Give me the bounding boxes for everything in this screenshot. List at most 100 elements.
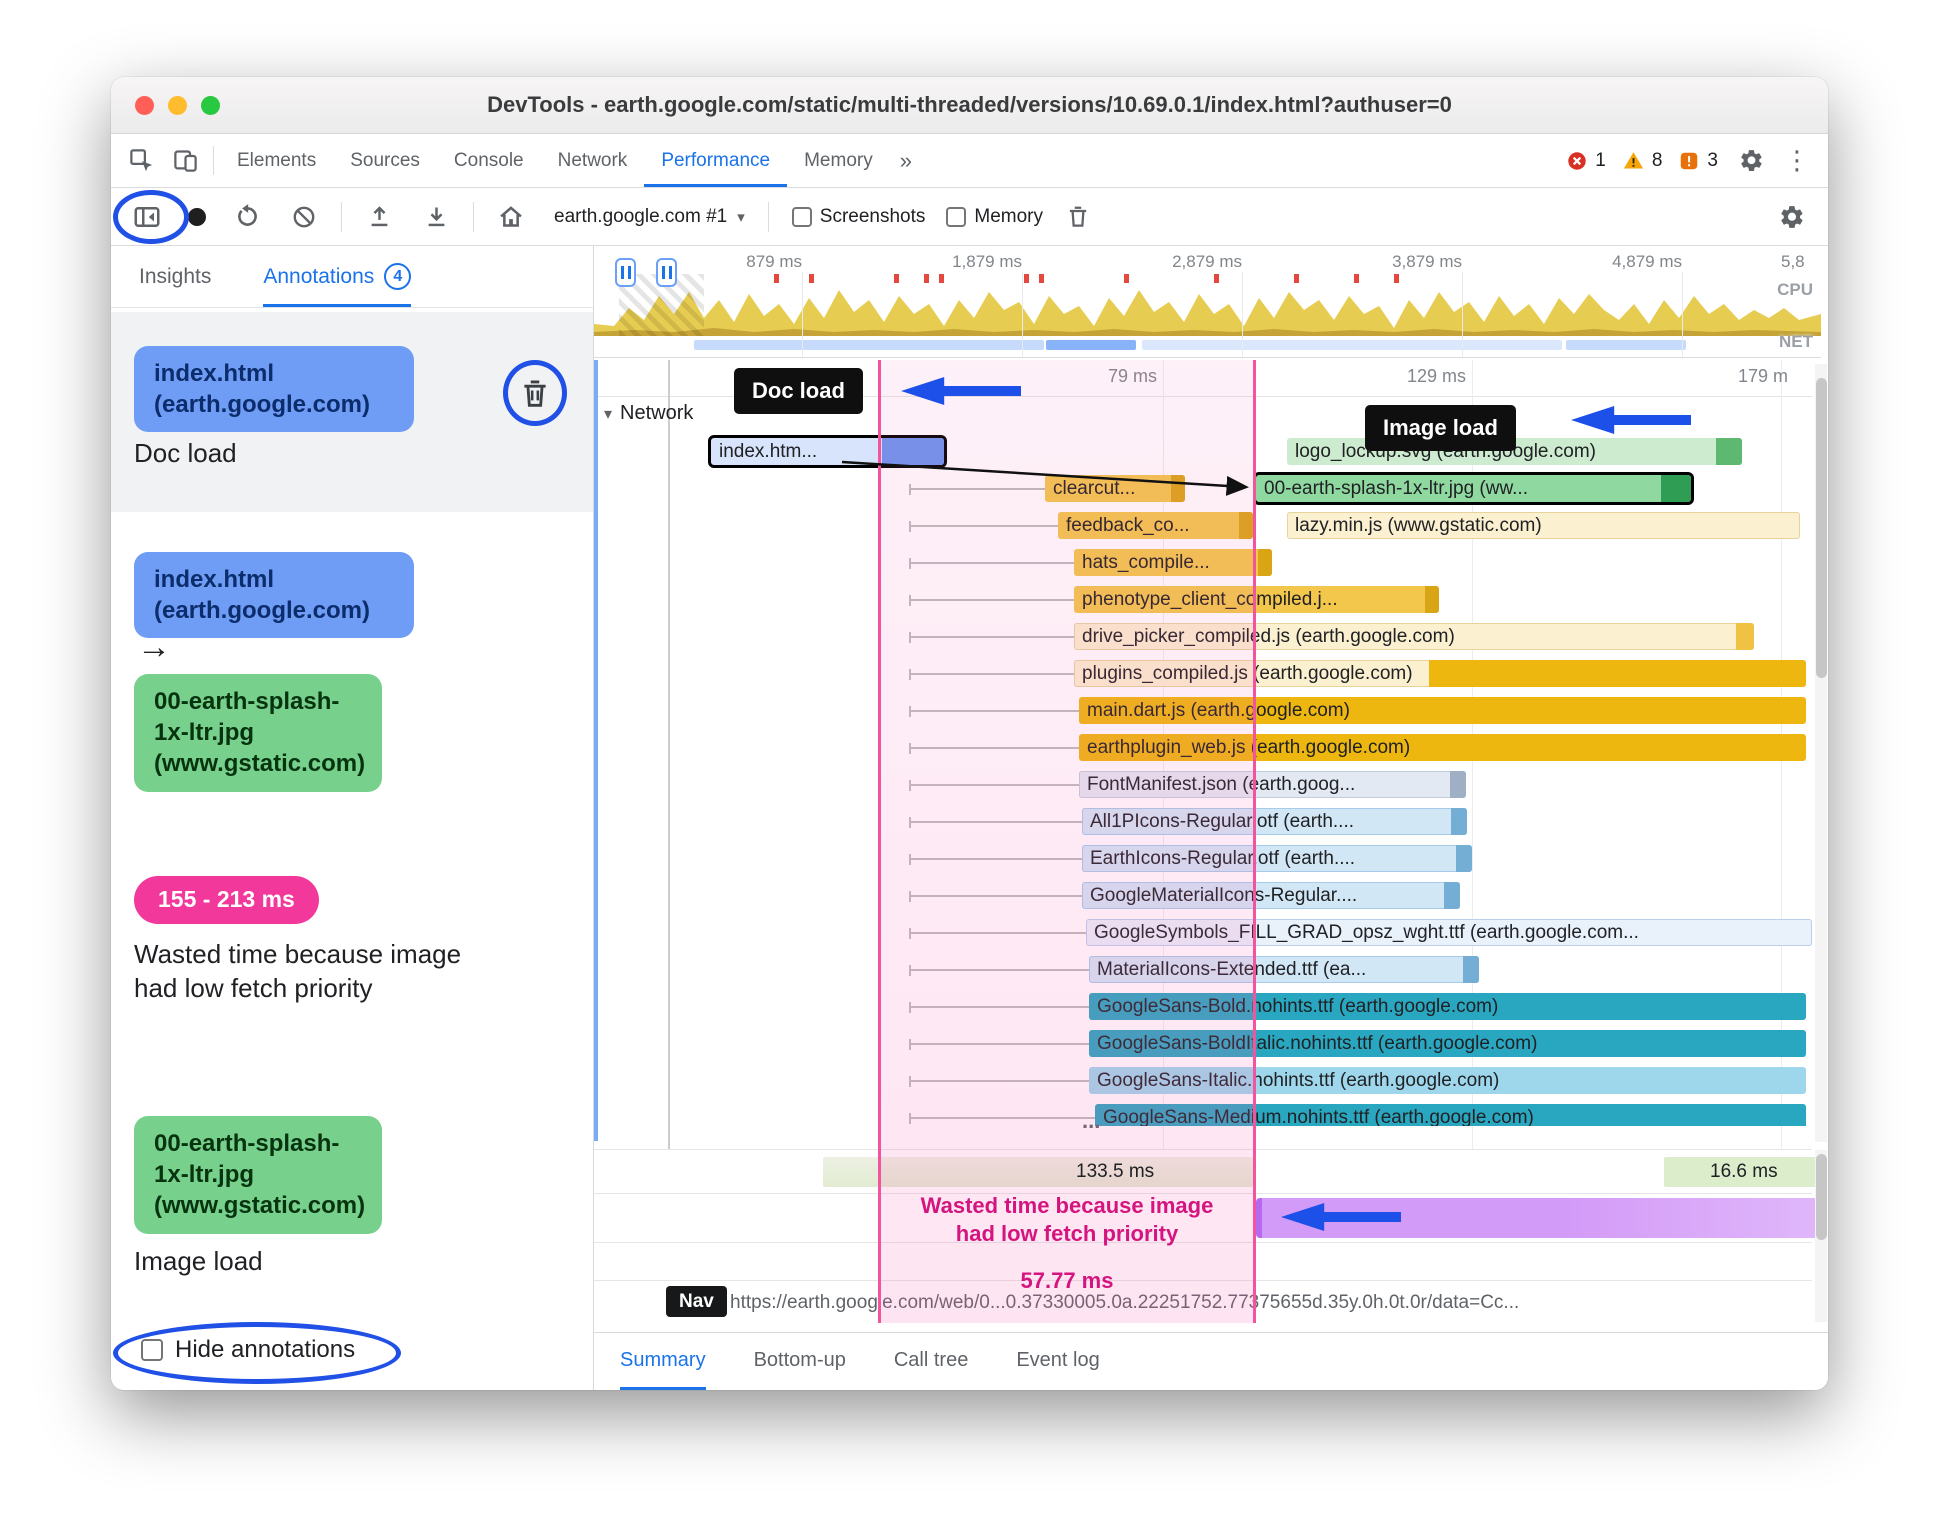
capture-settings-button[interactable]: [1770, 204, 1814, 230]
request-download-cap: [1736, 623, 1754, 650]
network-request-bar[interactable]: drive_picker_compiled.js (earth.google.c…: [1074, 623, 1754, 650]
device-toolbar-button[interactable]: [163, 134, 207, 187]
tab-console[interactable]: Console: [437, 134, 541, 187]
devtools-status-cluster: 1 8 3 ⋮: [1566, 134, 1828, 187]
network-request-bar[interactable]: GoogleSans-Medium.nohints.ttf (earth.goo…: [1095, 1104, 1806, 1126]
annotation-entry-chip[interactable]: 00-earth-splash-1x-ltr.jpg (www.gstatic.…: [134, 1116, 382, 1234]
tab-sources[interactable]: Sources: [333, 134, 437, 187]
tab-network[interactable]: Network: [541, 134, 645, 187]
tab-elements[interactable]: Elements: [220, 134, 333, 187]
toggle-sidebar-button[interactable]: [125, 202, 169, 232]
tab-memory[interactable]: Memory: [787, 134, 890, 187]
request-queue-whisker: [909, 1076, 1089, 1087]
network-request-bar[interactable]: earthplugin_web.js (earth.google.com): [1079, 734, 1806, 761]
network-request-bar[interactable]: hats_compile...: [1074, 549, 1272, 576]
home-button[interactable]: [489, 203, 533, 231]
doc-load-annotation-label[interactable]: Doc load: [734, 368, 863, 414]
annotation-range-chip[interactable]: 155 - 213 ms: [134, 876, 319, 924]
network-request-bar[interactable]: index.htm...: [708, 435, 947, 468]
details-tab-strip: Summary Bottom-up Call tree Event log: [594, 1332, 1828, 1390]
clear-recording-button[interactable]: [282, 204, 326, 230]
tracks-scrollbar-thumb[interactable]: [1816, 1154, 1827, 1240]
network-request-bar[interactable]: GoogleMaterialIcons-Regular....: [1082, 882, 1460, 909]
annotation-entry-chip[interactable]: 00-earth-splash-1x-ltr.jpg (www.gstatic.…: [134, 674, 382, 792]
network-request-bar[interactable]: plugins_compiled.js (earth.google.com): [1074, 660, 1806, 687]
divider: [473, 201, 474, 232]
save-profile-button[interactable]: [414, 203, 458, 230]
request-download-cap: [1463, 956, 1479, 983]
collapse-triangle-icon[interactable]: ▾: [604, 404, 612, 424]
issue-count[interactable]: 3: [1678, 150, 1718, 172]
frames-track[interactable]: [594, 1149, 1821, 1193]
hide-annotations-checkbox[interactable]: [141, 1339, 163, 1361]
screenshots-checkbox-group[interactable]: Screenshots: [791, 206, 925, 228]
hide-annotations-row[interactable]: Hide annotations: [141, 1336, 355, 1364]
request-queue-whisker: [909, 669, 1074, 680]
request-queue-whisker: [909, 743, 1079, 754]
warning-count[interactable]: 8: [1622, 149, 1663, 172]
network-request-bar[interactable]: All1PIcons-Regular.otf (earth....: [1082, 808, 1467, 835]
annotation-label[interactable]: Wasted time because image had low fetch …: [134, 938, 474, 1006]
network-track-label: Network: [620, 402, 694, 424]
hide-annotations-label: Hide annotations: [175, 1336, 356, 1363]
error-count[interactable]: 1: [1566, 150, 1606, 172]
waterfall-overflow-ellipsis[interactable]: ...: [1082, 1108, 1100, 1134]
annotation-entry-chip[interactable]: index.html (earth.google.com): [134, 552, 414, 639]
network-track-header[interactable]: ▾ Network: [604, 402, 693, 425]
tab-insights[interactable]: Insights: [139, 246, 211, 307]
request-label: GoogleSymbols_FILL_GRAD_opsz_wght.ttf (e…: [1094, 922, 1639, 943]
network-request-bar[interactable]: EarthIcons-Regular.otf (earth....: [1082, 845, 1472, 872]
memory-checkbox[interactable]: [946, 206, 967, 227]
details-tab-summary[interactable]: Summary: [620, 1333, 706, 1390]
load-profile-button[interactable]: [357, 203, 401, 230]
devtools-settings-button[interactable]: [1734, 148, 1768, 173]
network-request-bar[interactable]: lazy.min.js (www.gstatic.com): [1287, 512, 1800, 539]
delete-annotation-button[interactable]: [516, 374, 554, 414]
collect-garbage-button[interactable]: [1056, 204, 1100, 230]
annotation-label[interactable]: Image load: [134, 1246, 263, 1277]
network-scrollbar-thumb[interactable]: [1816, 378, 1827, 678]
download-icon: [428, 207, 444, 227]
details-tab-bottom-up[interactable]: Bottom-up: [754, 1333, 846, 1390]
devtools-menu-button[interactable]: ⋮: [1784, 145, 1810, 176]
network-request-bar[interactable]: GoogleSymbols_FILL_GRAD_opsz_wght.ttf (e…: [1086, 919, 1812, 946]
details-tab-event-log[interactable]: Event log: [1016, 1333, 1099, 1390]
inspect-element-button[interactable]: [119, 134, 163, 187]
request-label: FontManifest.json (earth.goog...: [1087, 774, 1356, 795]
request-label: hats_compile...: [1082, 552, 1210, 573]
timings-track[interactable]: [594, 1242, 1812, 1280]
request-download-cap: [1171, 475, 1185, 502]
screenshots-checkbox[interactable]: [791, 206, 812, 227]
network-request-bar[interactable]: MaterialIcons-Extended.ttf (ea...: [1089, 956, 1479, 983]
annotation-entry-chip[interactable]: index.html (earth.google.com): [134, 346, 414, 433]
network-request-bar[interactable]: main.dart.js (earth.google.com): [1079, 697, 1806, 724]
request-queue-whisker: [909, 854, 1082, 865]
tab-performance[interactable]: Performance: [644, 134, 787, 187]
details-tab-call-tree[interactable]: Call tree: [894, 1333, 968, 1390]
network-request-bar[interactable]: clearcut...: [1045, 475, 1185, 502]
network-request-bar[interactable]: feedback_co...: [1058, 512, 1253, 539]
more-tabs-button[interactable]: »: [890, 134, 922, 187]
network-request-bar[interactable]: GoogleSans-BoldItalic.nohints.ttf (earth…: [1089, 1030, 1806, 1057]
record-button[interactable]: [188, 207, 206, 226]
memory-checkbox-group[interactable]: Memory: [946, 206, 1043, 228]
annotation-label[interactable]: Doc load: [134, 438, 237, 469]
network-request-bar[interactable]: phenotype_client_compiled.j...: [1074, 586, 1439, 613]
close-window-button[interactable]: [135, 96, 154, 115]
request-label: MaterialIcons-Extended.ttf (ea...: [1097, 959, 1367, 980]
image-load-annotation-label[interactable]: Image load: [1365, 405, 1516, 451]
minimize-window-button[interactable]: [168, 96, 187, 115]
warning-count-label: 8: [1651, 149, 1663, 171]
request-download-cap: [1451, 808, 1467, 835]
network-request-bar[interactable]: 00-earth-splash-1x-ltr.jpg (ww...: [1253, 472, 1694, 505]
history-select[interactable]: earth.google.com #1 ▾: [546, 206, 753, 228]
network-request-bar[interactable]: GoogleSans-Italic.nohints.ttf (earth.goo…: [1089, 1067, 1806, 1094]
network-request-bar[interactable]: GoogleSans-Bold.nohints.ttf (earth.googl…: [1089, 993, 1806, 1020]
zoom-window-button[interactable]: [201, 96, 220, 115]
home-icon: [500, 205, 522, 227]
sidebar-toggle-icon: [134, 206, 160, 227]
network-request-bar[interactable]: FontManifest.json (earth.goog...: [1079, 771, 1466, 798]
nav-entry[interactable]: Nav: [666, 1286, 727, 1317]
tab-annotations[interactable]: Annotations 4: [263, 246, 412, 307]
record-and-reload-button[interactable]: [225, 203, 269, 230]
